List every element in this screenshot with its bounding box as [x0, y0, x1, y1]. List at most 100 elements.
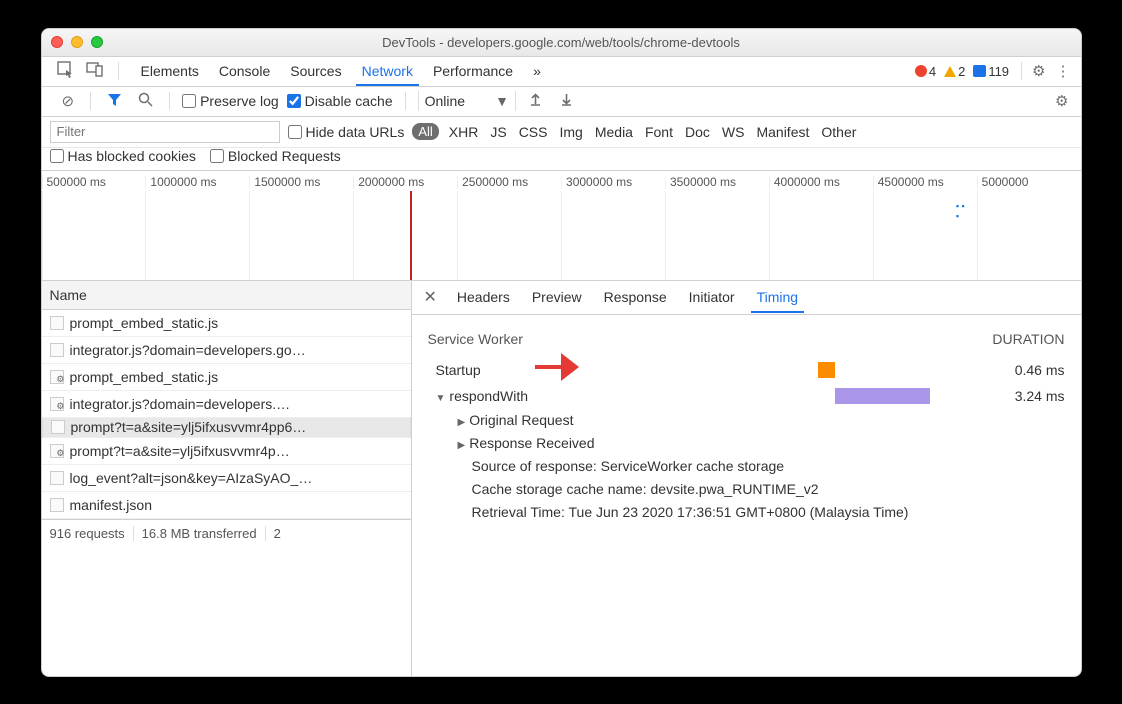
blocked-cookies-checkbox[interactable]: Has blocked cookies	[50, 148, 196, 164]
filter-type-ws[interactable]: WS	[720, 124, 747, 140]
tab-sources[interactable]: Sources	[284, 56, 347, 86]
download-har-icon[interactable]	[555, 90, 578, 113]
request-row[interactable]: prompt?t=a&site=ylj5ifxusvvmr4p…	[42, 438, 411, 465]
upload-har-icon[interactable]	[524, 90, 547, 113]
timing-duration: 0.46 ms	[985, 362, 1065, 378]
request-name: integrator.js?domain=developers.…	[70, 396, 291, 412]
caret-right-icon[interactable]: ▶	[458, 415, 466, 430]
filter-toggle-icon[interactable]	[103, 90, 126, 113]
source-line: Source of response: ServiceWorker cache …	[458, 455, 1065, 478]
clear-button[interactable]: ⊘	[58, 90, 79, 112]
detail-tab-initiator[interactable]: Initiator	[683, 281, 741, 313]
transferred-size: 16.8 MB transferred	[142, 526, 266, 541]
request-count: 916 requests	[50, 526, 134, 541]
filter-type-all[interactable]: All	[412, 123, 438, 140]
disable-cache-checkbox[interactable]: Disable cache	[287, 93, 393, 109]
tab-elements[interactable]: Elements	[135, 56, 205, 86]
request-name: integrator.js?domain=developers.go…	[70, 342, 306, 358]
caret-down-icon[interactable]: ▼	[436, 393, 446, 404]
filter-type-other[interactable]: Other	[819, 124, 858, 140]
panel-tabs: Elements Console Sources Network Perform…	[135, 56, 547, 86]
tab-performance[interactable]: Performance	[427, 56, 519, 86]
warning-count[interactable]: 2	[944, 64, 965, 79]
timing-duration: 3.24 ms	[985, 388, 1065, 404]
detail-tab-headers[interactable]: Headers	[451, 281, 516, 313]
network-toolbar: ⊘ Preserve log Disable cache Online▼ ⚙	[42, 87, 1081, 117]
duration-header: DURATION	[992, 331, 1064, 347]
request-name: log_event?alt=json&key=AIzaSyAO_…	[70, 470, 313, 486]
filter-type-img[interactable]: Img	[557, 124, 584, 140]
status-footer: 916 requests 16.8 MB transferred 2	[42, 519, 411, 547]
request-name: prompt?t=a&site=ylj5ifxusvvmr4p…	[70, 443, 290, 459]
request-row[interactable]: prompt?t=a&site=ylj5ifxusvvmr4pp6…	[42, 418, 411, 438]
request-row[interactable]: integrator.js?domain=developers.…	[42, 391, 411, 418]
detail-tabs: ✕ Headers Preview Response Initiator Tim…	[412, 281, 1081, 315]
request-list: Name prompt_embed_static.js integrator.js…	[42, 281, 412, 676]
request-name: prompt?t=a&site=ylj5ifxusvvmr4pp6…	[71, 419, 307, 435]
filter-row-2: Has blocked cookies Blocked Requests	[42, 148, 1081, 171]
more-menu-icon[interactable]: ⋮	[1052, 60, 1075, 82]
request-row[interactable]: prompt_embed_static.js	[42, 310, 411, 337]
maximize-window-button[interactable]	[91, 36, 103, 48]
error-count[interactable]: 4	[915, 64, 936, 79]
cache-line: Cache storage cache name: devsite.pwa_RU…	[458, 478, 1065, 501]
timeline-labels: 500000 ms 1000000 ms 1500000 ms 2000000 …	[42, 175, 1081, 189]
callout-arrow-icon	[535, 347, 579, 386]
close-window-button[interactable]	[51, 36, 63, 48]
request-list-header[interactable]: Name	[42, 281, 411, 310]
chevron-down-icon: ▼	[495, 93, 509, 109]
tabs-overflow-icon[interactable]: »	[527, 56, 547, 86]
blocked-requests-checkbox[interactable]: Blocked Requests	[210, 148, 341, 164]
filter-type-media[interactable]: Media	[593, 124, 635, 140]
tab-console[interactable]: Console	[213, 56, 276, 86]
file-icon	[50, 316, 64, 330]
request-row[interactable]: integrator.js?domain=developers.go…	[42, 337, 411, 364]
file-gear-icon	[50, 444, 64, 458]
file-icon	[50, 498, 64, 512]
device-toggle-icon[interactable]	[82, 58, 108, 84]
warning-icon	[944, 66, 956, 77]
minimize-window-button[interactable]	[71, 36, 83, 48]
section-title: Service Worker	[428, 331, 523, 347]
caret-right-icon[interactable]: ▶	[458, 438, 466, 453]
timeline-activity: ▪ ▪▪	[956, 201, 965, 221]
file-gear-icon	[50, 370, 64, 384]
hide-data-urls-checkbox[interactable]: Hide data URLs	[288, 124, 405, 140]
request-name: prompt_embed_static.js	[70, 315, 219, 331]
inspect-icon[interactable]	[52, 58, 78, 84]
footer-third: 2	[274, 526, 289, 541]
timing-row: ▼respondWith3.24 ms	[428, 383, 1065, 409]
preserve-log-checkbox[interactable]: Preserve log	[182, 93, 279, 109]
message-count[interactable]: 119	[973, 64, 1009, 79]
detail-tab-timing[interactable]: Timing	[751, 281, 805, 313]
request-row[interactable]: log_event?alt=json&key=AIzaSyAO_…	[42, 465, 411, 492]
throttle-select[interactable]: Online▼	[418, 91, 516, 111]
filter-row: Hide data URLs All XHR JS CSS Img Media …	[42, 117, 1081, 148]
tab-network[interactable]: Network	[356, 56, 419, 86]
window-title: DevTools - developers.google.com/web/too…	[382, 35, 740, 50]
message-icon	[973, 65, 986, 77]
search-icon[interactable]	[134, 90, 157, 113]
main-menubar: Elements Console Sources Network Perform…	[42, 57, 1081, 87]
file-icon	[50, 343, 64, 357]
filter-type-doc[interactable]: Doc	[683, 124, 712, 140]
filter-input[interactable]	[50, 121, 280, 143]
filter-type-css[interactable]: CSS	[517, 124, 550, 140]
network-settings-gear-icon[interactable]: ⚙	[1051, 90, 1072, 112]
detail-tab-preview[interactable]: Preview	[526, 281, 588, 313]
filter-type-xhr[interactable]: XHR	[447, 124, 481, 140]
lower-pane: Name prompt_embed_static.js integrator.js…	[42, 281, 1081, 676]
filter-type-font[interactable]: Font	[643, 124, 675, 140]
timeline-overview[interactable]: 500000 ms 1000000 ms 1500000 ms 2000000 …	[42, 171, 1081, 281]
timing-label: Startup	[436, 362, 481, 378]
request-row[interactable]: prompt_embed_static.js	[42, 364, 411, 391]
request-row[interactable]: manifest.json	[42, 492, 411, 519]
devtools-window: DevTools - developers.google.com/web/too…	[41, 28, 1082, 677]
filter-type-js[interactable]: JS	[488, 124, 508, 140]
close-detail-button[interactable]: ✕	[420, 287, 441, 307]
settings-gear-icon[interactable]: ⚙	[1028, 60, 1049, 82]
filter-type-manifest[interactable]: Manifest	[754, 124, 811, 140]
file-icon	[51, 420, 65, 434]
file-icon	[50, 471, 64, 485]
detail-tab-response[interactable]: Response	[598, 281, 673, 313]
